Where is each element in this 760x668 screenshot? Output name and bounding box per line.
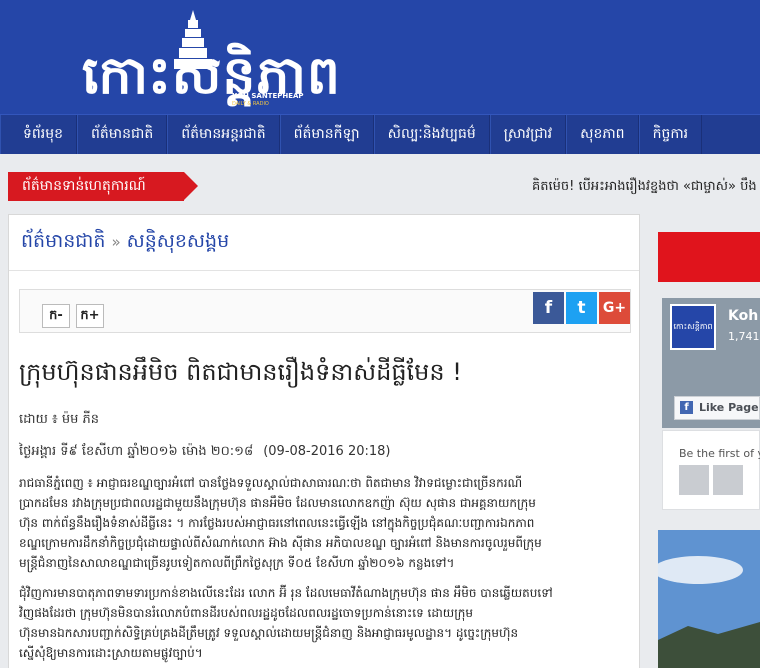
landscape-photo-image [658, 530, 760, 668]
facebook-avatar-text: កោះសន្តិភាព [673, 322, 713, 331]
facebook-icon: f [680, 401, 693, 414]
nav-item-research[interactable]: ស្រាវជ្រាវ [489, 115, 567, 155]
main-nav: ទំព័រមុខ ព័ត៌មានជាតិ ព័ត៌មានអន្តរជាតិ ព័… [0, 114, 760, 155]
breaking-news-label: ព័ត៌មានទាន់ហេតុការណ៍ [8, 172, 198, 201]
breadcrumb-section-link[interactable]: ព័ត៌មានជាតិ [21, 230, 105, 252]
article-date-latin: (09-08-2016 20:18) [263, 444, 391, 459]
nav-item-national[interactable]: ព័ត៌មានជាតិ [77, 115, 168, 155]
paragraph-line: ខណ្ឌក្រោមការដឹកនាំកិច្ចប្រជុំដោយផ្ទាល់ពី… [19, 536, 542, 550]
paragraph-line: ប្រាកដមែន រវាងក្រុមប្រជាពលរដ្ឋជាមួយនឹងក្… [19, 496, 536, 510]
facebook-share-icon[interactable]: f [533, 292, 564, 324]
font-decrease-button[interactable]: ក- [42, 304, 70, 328]
paragraph-line: មន្ត្រីជំនាញនៃសាលាខណ្ឌជាច្រើនរូបទៀតកាលពី… [19, 556, 455, 570]
breadcrumb-subsection-link[interactable]: សន្តិសុខសង្គម [127, 230, 230, 252]
article-date: ថ្ងៃអង្គារ ទី៩ ខែសីហា ឆ្នាំ២០១៦ ម៉ោង ២០:… [19, 443, 391, 462]
paragraph-line: ហ៊ុន ពាក់ព័ន្ធនឹងរឿងទំនាស់ដីធ្លីនេះ ។ កា… [19, 516, 535, 530]
font-increase-button[interactable]: ក+ [76, 304, 104, 328]
article-byline: ដោយ ៖ ម៉ម ភីន [19, 412, 99, 427]
breaking-news-bar: ព័ត៌មានទាន់ហេតុការណ៍ គិតម៉េច! បើអះអាងរឿង… [0, 154, 760, 214]
friend-avatar [713, 465, 743, 495]
facebook-like-count: 1,741 [728, 330, 760, 343]
facebook-page-name[interactable]: Koh [728, 308, 758, 324]
nav-item-health[interactable]: សុខភាព [566, 115, 639, 155]
article-paragraph-1: រាជធានីភ្នំពេញ ៖ អាជ្ញាធរខណ្ឌច្បារអំពៅ ប… [19, 473, 631, 573]
nav-item-affairs[interactable]: កិច្ចការ [638, 115, 703, 155]
facebook-like-label: Like Page [699, 401, 759, 414]
facebook-page-widget[interactable]: កោះសន្តិភាព Koh 1,741 f Like Page [662, 298, 760, 428]
logo-subtitle: KOH SANTEPHEAP [232, 92, 304, 100]
nav-item-sports[interactable]: ព័ត៌មានកីឡា [279, 115, 374, 155]
nav-item-international[interactable]: ព័ត៌មានអន្តរជាតិ [167, 115, 280, 155]
article-title: ក្រុមហ៊ុនផានអឹមិច ពិតជាមានរឿងទំនាស់ដីធ្ល… [19, 358, 462, 386]
article-card: ព័ត៌មានជាតិ » សន្តិសុខសង្គម ក- ក+ f t G+ ក… [8, 214, 640, 668]
facebook-page-avatar[interactable]: កោះសន្តិភាព [670, 304, 716, 350]
twitter-share-icon[interactable]: t [566, 292, 597, 324]
breaking-news-ticker[interactable]: គិតម៉េច! បើអះអាងរឿងវខ្នងថា «ជាម្ចាស់» បឹ… [532, 178, 757, 197]
paragraph-line: ជុំវិញការមានបាតុភាពទាមទារប្រកាន់ខាងលើនេះ… [19, 586, 553, 600]
logo-tagline: DAILY & RADIO [232, 101, 269, 107]
google-plus-share-icon[interactable]: G+ [599, 292, 630, 324]
friend-avatar [679, 465, 709, 495]
paragraph-line: រាជធានីភ្នំពេញ ៖ អាជ្ញាធរខណ្ឌច្បារអំពៅ ប… [19, 476, 523, 490]
breadcrumb: ព័ត៌មានជាតិ » សន្តិសុខសង្គម [9, 215, 639, 271]
nav-item-arts-culture[interactable]: សិល្បៈនិងវប្បធម៌ [373, 115, 490, 155]
facebook-friends-box: Be the first of yo [662, 430, 760, 510]
facebook-like-page-button[interactable]: f Like Page [674, 396, 760, 420]
nav-item-home[interactable]: ទំព័រមុខ [0, 115, 77, 155]
facebook-friends-text: Be the first of yo [679, 447, 760, 460]
paragraph-line: ស្នើសុំឱ្យមានការដោះស្រាយតាមផ្លូវច្បាប់។ [19, 646, 203, 660]
sidebar-photo[interactable] [658, 530, 760, 668]
masthead: កោះសន្តិភាព KOH SANTEPHEAP DAILY & RADIO [0, 0, 760, 114]
sidebar-ad-banner[interactable] [658, 232, 760, 282]
article-toolbar: ក- ក+ f t G+ [19, 289, 631, 333]
article-date-khmer: ថ្ងៃអង្គារ ទី៩ ខែសីហា ឆ្នាំ២០១៦ ម៉ោង ២០:… [19, 444, 254, 459]
paragraph-line: វិញផងដែរថា ក្រុមហ៊ុនមិនបានរំលោភបំពានដីរប… [19, 606, 473, 620]
paragraph-line: ហ៊ុនមានឯកសារបញ្ជាក់សិទ្ធិគ្រប់គ្រងដីត្រឹ… [19, 626, 519, 640]
breadcrumb-separator: » [111, 233, 121, 251]
article-paragraph-2: ជុំវិញការមានបាតុភាពទាមទារប្រកាន់ខាងលើនេះ… [19, 583, 631, 668]
site-logo[interactable]: កោះសន្តិភាព KOH SANTEPHEAP DAILY & RADIO [82, 10, 340, 108]
